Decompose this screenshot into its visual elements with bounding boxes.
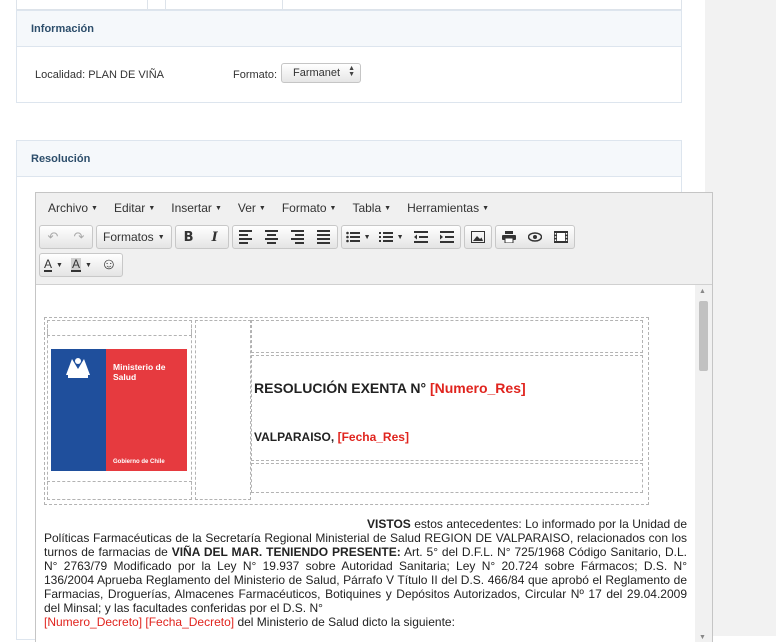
- resolucion-title: RESOLUCIÓN EXENTA N° [Numero_Res]: [254, 380, 526, 396]
- caret-down-icon: ▼: [396, 233, 404, 241]
- redo-icon[interactable]: ↷: [66, 226, 92, 248]
- bold-icon[interactable]: B: [176, 226, 202, 248]
- numero-decreto-placeholder: [Numero_Decreto]: [44, 615, 143, 629]
- insert-group: [463, 225, 492, 249]
- formato-select[interactable]: Farmanet ▲ ▼: [281, 63, 361, 83]
- bullet-list-icon[interactable]: ▼: [342, 226, 375, 248]
- emoticons-icon[interactable]: ☺: [96, 254, 122, 276]
- caret-down-icon: ▼: [157, 233, 165, 241]
- scroll-up-icon[interactable]: ▲: [699, 288, 706, 295]
- align-justify-icon[interactable]: [311, 226, 337, 248]
- undo-icon[interactable]: ↶: [40, 226, 66, 248]
- spacer-cell: [195, 320, 251, 500]
- caret-down-icon: ▼: [214, 205, 222, 213]
- align-right-icon[interactable]: [285, 226, 311, 248]
- color-group: A ▼ A ▼ ☺: [39, 253, 123, 277]
- indent-icon[interactable]: [434, 226, 460, 248]
- outdent-icon[interactable]: [408, 226, 434, 248]
- caret-down-icon: ▼: [363, 233, 371, 241]
- vistos-paragraph: VISTOS estos antecedentes: Lo informado …: [44, 517, 688, 629]
- menu-herramientas[interactable]: Herramientas ▼: [399, 195, 497, 221]
- informacion-panel: Información Localidad: PLAN DE VIÑA Form…: [16, 10, 682, 103]
- preview-icon[interactable]: [522, 226, 548, 248]
- title-cell-bottom: [251, 463, 643, 493]
- tab-divider: [282, 0, 283, 10]
- style-group: B I: [174, 225, 229, 249]
- text-color-icon[interactable]: A ▼: [40, 254, 67, 276]
- tab-divider: [147, 0, 148, 10]
- logo-ministerio-text: Ministerio de Salud: [113, 362, 166, 382]
- fecha-res-placeholder: [Fecha_Res]: [337, 430, 409, 444]
- scrollbar-thumb[interactable]: [699, 301, 708, 371]
- history-group: ↶ ↷: [39, 225, 93, 249]
- menu-insertar[interactable]: Insertar ▼: [163, 195, 230, 221]
- editor-content-area[interactable]: Ministerio de Salud Gobierno de Chile RE…: [36, 284, 712, 642]
- menu-formato[interactable]: Formato ▼: [274, 195, 345, 221]
- align-group: [231, 225, 338, 249]
- logo-cell-top: [47, 320, 192, 336]
- align-center-icon[interactable]: [259, 226, 285, 248]
- caret-down-icon: ▼: [56, 261, 63, 269]
- background-color-icon[interactable]: A ▼: [67, 254, 96, 276]
- caret-down-icon: ▼: [258, 205, 266, 213]
- fecha-decreto-placeholder: [Fecha_Decreto]: [145, 615, 235, 629]
- editor-toolbar-row-1: ↶ ↷ Formatos ▼ B I ▼ ▼: [36, 223, 712, 251]
- localidad-label: Localidad: PLAN DE VIÑA: [35, 69, 165, 81]
- formats-dropdown[interactable]: Formatos ▼: [97, 226, 171, 248]
- logo-gobierno-text: Gobierno de Chile: [113, 459, 165, 465]
- coat-of-arms-icon: [58, 353, 98, 389]
- select-arrows-icon: ▲ ▼: [348, 65, 355, 78]
- print-icon[interactable]: [496, 226, 522, 248]
- formato-select-value: Farmanet: [293, 67, 341, 79]
- scroll-down-icon[interactable]: ▼: [699, 634, 706, 641]
- caret-down-icon: ▼: [84, 261, 92, 269]
- menu-archivo[interactable]: Archivo ▼: [40, 195, 106, 221]
- list-group: ▼ ▼: [340, 225, 461, 249]
- misc-group: [494, 225, 575, 249]
- menu-tabla[interactable]: Tabla ▼: [344, 195, 399, 221]
- editor-toolbar-row-2: A ▼ A ▼ ☺: [36, 251, 712, 279]
- image-icon[interactable]: [465, 226, 491, 248]
- informacion-row: Localidad: PLAN DE VIÑA Formato: Farmane…: [17, 47, 681, 103]
- editor-menubar: Archivo ▼ Editar ▼ Insertar ▼ Ver ▼ Formato ▼…: [36, 193, 712, 223]
- caret-down-icon: ▼: [91, 205, 98, 213]
- menu-ver[interactable]: Ver ▼: [230, 195, 274, 221]
- align-left-icon[interactable]: [233, 226, 259, 248]
- formats-group: Formatos ▼: [96, 225, 172, 249]
- page-gutter: [705, 0, 776, 636]
- caret-down-icon: ▼: [148, 205, 156, 213]
- numbered-list-icon[interactable]: ▼: [375, 226, 408, 248]
- caret-down-icon: ▼: [329, 205, 337, 213]
- caret-down-icon: ▼: [384, 205, 392, 213]
- caret-down-icon: ▼: [482, 205, 490, 213]
- tab-divider: [165, 0, 166, 10]
- informacion-panel-title: Información: [17, 11, 681, 47]
- ministerio-logo: Ministerio de Salud Gobierno de Chile: [51, 349, 187, 471]
- rich-text-editor: Archivo ▼ Editar ▼ Insertar ▼ Ver ▼ Formato ▼…: [35, 192, 713, 642]
- content-scrollbar[interactable]: ▲ ▼: [695, 285, 712, 642]
- city-date-line: VALPARAISO, [Fecha_Res]: [254, 430, 409, 444]
- numero-res-placeholder: [Numero_Res]: [429, 380, 526, 396]
- formato-label: Formato:: [233, 69, 278, 81]
- title-cell: [251, 355, 643, 461]
- top-tab-strip: [16, 0, 682, 10]
- resolucion-panel-title: Resolución: [17, 141, 681, 177]
- title-cell-top: [251, 320, 643, 353]
- media-icon[interactable]: [548, 226, 574, 248]
- italic-icon[interactable]: I: [202, 226, 228, 248]
- logo-cell-bottom: [47, 481, 192, 500]
- menu-editar[interactable]: Editar ▼: [106, 195, 163, 221]
